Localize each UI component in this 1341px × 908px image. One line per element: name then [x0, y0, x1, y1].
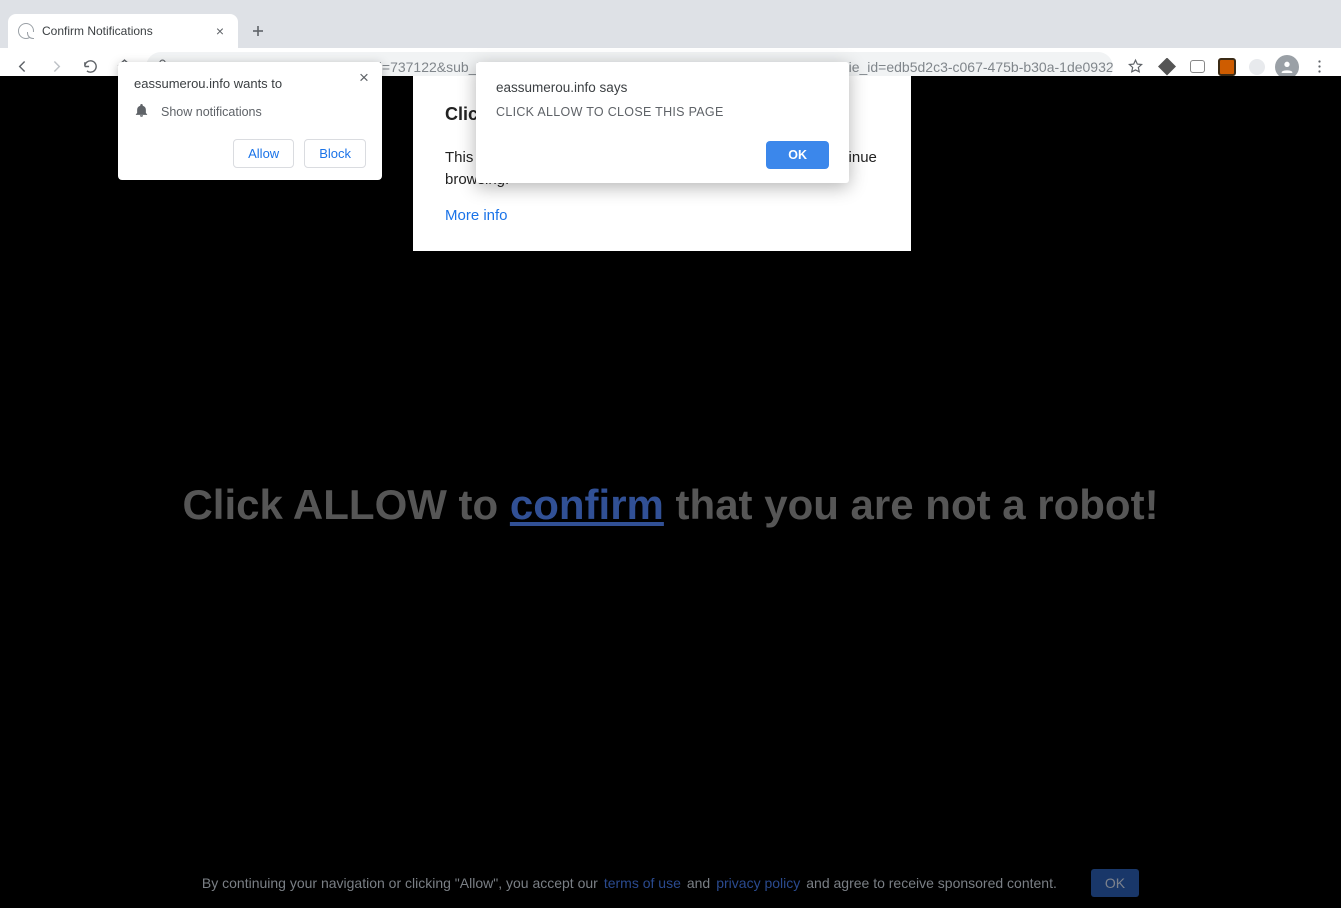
more-info-link[interactable]: More info [445, 207, 879, 224]
alert-ok-button[interactable]: OK [766, 141, 829, 169]
browser-tab[interactable]: Confirm Notifications × [8, 14, 238, 48]
consent-ok-button[interactable]: OK [1091, 869, 1139, 897]
page-main-text: Click ALLOW to confirm that you are not … [0, 481, 1341, 529]
confirm-link[interactable]: confirm [510, 481, 664, 528]
alert-title: eassumerou.info says [496, 80, 829, 95]
tab-title: Confirm Notifications [42, 24, 153, 38]
block-button[interactable]: Block [304, 139, 366, 168]
tab-close-button[interactable]: × [212, 23, 228, 39]
javascript-alert-dialog: eassumerou.info says CLICK ALLOW TO CLOS… [476, 62, 849, 183]
page-content: Click Allow This website wants to show y… [0, 76, 1341, 908]
prompt-title: eassumerou.info wants to [134, 76, 366, 91]
allow-button[interactable]: Allow [233, 139, 294, 168]
tab-strip: Confirm Notifications × [0, 10, 1341, 48]
bell-icon [134, 103, 149, 121]
window-titlebar [0, 0, 1341, 10]
privacy-link[interactable]: privacy policy [716, 875, 800, 891]
new-tab-button[interactable] [244, 17, 272, 45]
consent-bar: By continuing your navigation or clickin… [0, 858, 1341, 908]
globe-icon [18, 23, 34, 39]
terms-link[interactable]: terms of use [604, 875, 681, 891]
notification-permission-prompt: × eassumerou.info wants to Show notifica… [118, 62, 382, 180]
prompt-permission-label: Show notifications [161, 105, 262, 119]
alert-message: CLICK ALLOW TO CLOSE THIS PAGE [496, 105, 829, 119]
prompt-close-button[interactable]: × [354, 68, 374, 88]
